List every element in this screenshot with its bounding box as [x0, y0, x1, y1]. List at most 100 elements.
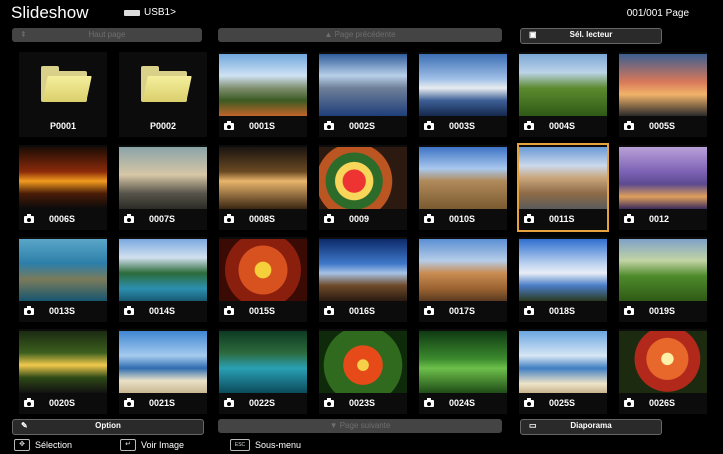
- camera-icon: [124, 398, 134, 407]
- photo-thumbnail: [219, 331, 307, 393]
- page-suivante-label: Page suivante: [339, 421, 391, 430]
- tile-label: 0006S: [49, 214, 76, 224]
- folder-tile[interactable]: P0002: [119, 52, 207, 137]
- photo-thumbnail: [619, 147, 707, 209]
- photo-tile[interactable]: 0004S: [519, 52, 607, 137]
- photo-tile[interactable]: 0021S: [119, 329, 207, 414]
- photo-thumbnail: [519, 147, 607, 209]
- hint-selection: ✥ Sélection: [14, 439, 72, 451]
- enter-icon: ↵: [120, 439, 136, 451]
- camera-icon: [524, 398, 534, 407]
- tile-label: 0014S: [149, 306, 176, 316]
- esc-key-icon: ESC: [230, 439, 250, 451]
- tile-label: P0002: [149, 121, 177, 131]
- photo-tile[interactable]: 0019S: [619, 237, 707, 322]
- photo-tile[interactable]: 0016S: [319, 237, 407, 322]
- tile-label: 0001S: [249, 121, 276, 131]
- tile-label: 0011S: [549, 214, 575, 224]
- camera-icon: [424, 306, 434, 315]
- tile-label: 0018S: [549, 306, 576, 316]
- tile-label: 0009: [349, 214, 370, 224]
- photo-tile[interactable]: 0006S: [19, 145, 107, 230]
- hint-voir-image: ↵ Voir Image: [120, 439, 184, 451]
- option-label: Option: [95, 421, 121, 430]
- camera-icon: [124, 214, 134, 223]
- camera-icon: [424, 121, 434, 130]
- camera-icon: [224, 214, 234, 223]
- photo-tile[interactable]: 0026S: [619, 329, 707, 414]
- photo-tile[interactable]: 0003S: [419, 52, 507, 137]
- photo-thumbnail: [119, 239, 207, 301]
- diaporama-button[interactable]: ▭ Diaporama: [520, 419, 662, 435]
- dpad-icon: ✥: [14, 439, 30, 451]
- photo-tile[interactable]: 0011S: [517, 143, 609, 232]
- photo-tile[interactable]: 0025S: [519, 329, 607, 414]
- tile-label: 0002S: [349, 121, 376, 131]
- photo-thumbnail: [219, 54, 307, 116]
- photo-thumbnail: [119, 147, 207, 209]
- tile-label: P0001: [49, 121, 77, 131]
- camera-icon: [424, 398, 434, 407]
- tile-label: 0023S: [349, 398, 376, 408]
- photo-tile[interactable]: 0008S: [219, 145, 307, 230]
- tile-label: 0013S: [49, 306, 76, 316]
- camera-icon: [224, 306, 234, 315]
- photo-tile[interactable]: 0010S: [419, 145, 507, 230]
- photo-tile[interactable]: 0022S: [219, 329, 307, 414]
- camera-icon: [324, 121, 334, 130]
- photo-thumbnail: [419, 54, 507, 116]
- photo-tile[interactable]: 0015S: [219, 237, 307, 322]
- tile-label: 0020S: [49, 398, 76, 408]
- tile-label: 0025S: [549, 398, 576, 408]
- photo-tile[interactable]: 0002S: [319, 52, 407, 137]
- photo-thumbnail: [419, 331, 507, 393]
- tile-label: 0003S: [449, 121, 476, 131]
- tile-label: 0026S: [649, 398, 676, 408]
- diaporama-label: Diaporama: [570, 421, 612, 430]
- photo-tile[interactable]: 0024S: [419, 329, 507, 414]
- photo-tile[interactable]: 0018S: [519, 237, 607, 322]
- photo-thumbnail: [619, 239, 707, 301]
- photo-tile[interactable]: 0009: [319, 145, 407, 230]
- folder-icon: [141, 66, 192, 102]
- camera-icon: [624, 398, 634, 407]
- photo-thumbnail: [319, 54, 407, 116]
- photo-thumbnail: [319, 239, 407, 301]
- photo-thumbnail: [619, 331, 707, 393]
- tile-label: 0007S: [149, 214, 176, 224]
- camera-icon: [524, 306, 534, 315]
- photo-tile[interactable]: 0001S: [219, 52, 307, 137]
- tile-label: 0016S: [349, 306, 376, 316]
- camera-icon: [524, 121, 534, 130]
- triangle-down-icon: ▼: [329, 421, 340, 430]
- option-button[interactable]: ✎ Option: [12, 419, 204, 435]
- photo-thumbnail: [19, 147, 107, 209]
- camera-icon: [424, 214, 434, 223]
- folder-icon: [41, 66, 92, 102]
- photo-thumbnail: [219, 147, 307, 209]
- photo-tile[interactable]: 0013S: [19, 237, 107, 322]
- tile-label: 0015S: [249, 306, 276, 316]
- photo-tile[interactable]: 0020S: [19, 329, 107, 414]
- camera-icon: [224, 121, 234, 130]
- thumbnail-grid: P0001 P0002 0001S 0002S 0003S 0004S 0005S 0006S…: [0, 0, 723, 454]
- tile-label: 0022S: [249, 398, 276, 408]
- tile-label: 0010S: [449, 214, 476, 224]
- camera-icon: [624, 214, 634, 223]
- tile-label: 0017S: [449, 306, 476, 316]
- photo-tile[interactable]: 0005S: [619, 52, 707, 137]
- photo-tile[interactable]: 0017S: [419, 237, 507, 322]
- page-suivante-button[interactable]: ▼ Page suivante: [218, 419, 502, 433]
- tile-label: 0021S: [149, 398, 176, 408]
- photo-tile[interactable]: 0023S: [319, 329, 407, 414]
- photo-tile[interactable]: 0014S: [119, 237, 207, 322]
- camera-icon: [24, 306, 34, 315]
- photo-thumbnail: [519, 331, 607, 393]
- photo-tile[interactable]: 0012: [619, 145, 707, 230]
- photo-thumbnail: [319, 147, 407, 209]
- tile-label: 0005S: [649, 121, 676, 131]
- photo-tile[interactable]: 0007S: [119, 145, 207, 230]
- wrench-icon: ✎: [21, 421, 28, 430]
- folder-tile[interactable]: P0001: [19, 52, 107, 137]
- camera-icon: [24, 214, 34, 223]
